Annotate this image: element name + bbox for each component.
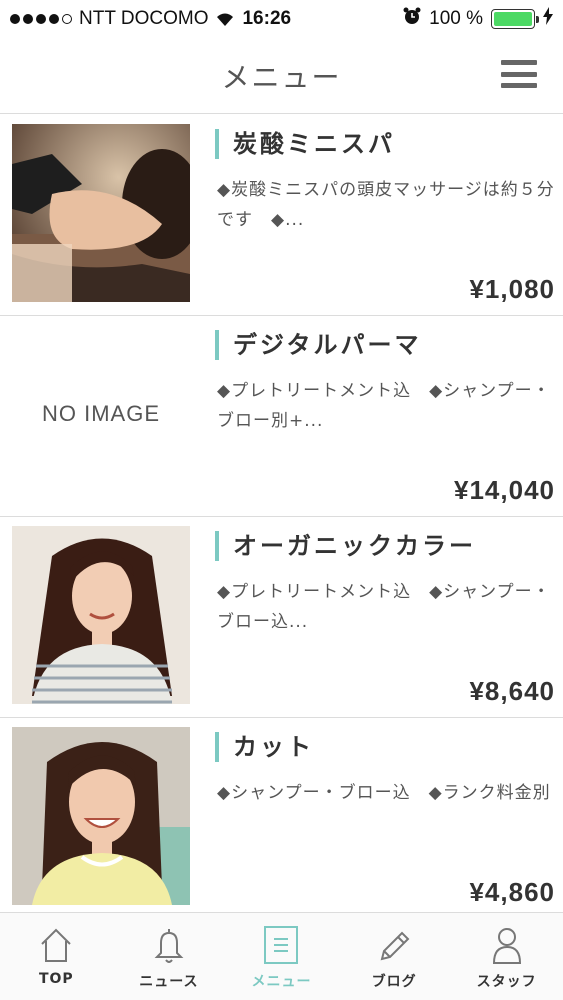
no-image-placeholder: NO IMAGE (41, 401, 160, 426)
home-icon (41, 928, 72, 962)
navigation-bar: メニュー (0, 38, 563, 114)
menu-item-description: ◆プレトリートメント込 ◆シャンプー・ブロー別+... (217, 381, 551, 431)
tab-label: スタッフ (476, 974, 537, 990)
tab-bar: TOP ニュース メニュー ブログ スタッフ (0, 912, 563, 1000)
tab-label: ニュース (139, 974, 199, 990)
menu-list: 炭酸ミニスパ ◆炭酸ミニスパの頭皮マッサージは約５分です ◆... ¥1,080… (0, 115, 563, 919)
woman-portrait-photo (12, 526, 190, 704)
signal-strength-icon (10, 14, 72, 24)
menu-item[interactable]: NO IMAGE デジタルパーマ ◆プレトリートメント込 ◆シャンプー・ブロー別… (0, 316, 563, 517)
tab-label: TOP (38, 971, 74, 987)
pencil-icon (380, 931, 410, 961)
tab-staff[interactable]: スタッフ (450, 913, 563, 1000)
battery-level-fill (494, 12, 532, 26)
head-spa-photo (12, 124, 190, 302)
menu-item[interactable]: カット ◆シャンプー・ブロー込 ◆ランク料金別 ¥4,860 (0, 718, 563, 919)
battery-percentage: 100 % (429, 8, 483, 29)
hamburger-menu-icon[interactable] (501, 60, 537, 88)
menu-item-title: オーガニックカラー (215, 531, 476, 561)
menu-item-price: ¥1,080 (469, 274, 555, 304)
wifi-icon (214, 11, 236, 27)
menu-item-title: カット (215, 732, 314, 762)
menu-item-title: デジタルパーマ (215, 330, 422, 360)
woman-portrait-photo (12, 727, 190, 905)
clock-time: 16:26 (242, 8, 292, 29)
menu-item[interactable]: オーガニックカラー ◆プレトリートメント込 ◆シャンプー・ブロー込... ¥8,… (0, 517, 563, 718)
tab-label: ブログ (371, 974, 417, 990)
tab-blog[interactable]: ブログ (338, 913, 451, 1000)
person-icon (492, 928, 521, 964)
menu-item-price: ¥14,040 (454, 475, 555, 505)
menu-item-price: ¥8,640 (469, 676, 555, 706)
page-title: メニュー (221, 60, 342, 94)
carrier-name: NTT DOCOMO (79, 8, 209, 29)
menu-item-description: ◆炭酸ミニスパの頭皮マッサージは約５分です ◆... (217, 180, 555, 230)
tab-menu[interactable]: メニュー (225, 913, 338, 1000)
menu-item-description: ◆プレトリートメント込 ◆シャンプー・ブロー込... (217, 582, 551, 632)
tab-label: メニュー (251, 974, 312, 990)
tab-top[interactable]: TOP (0, 913, 113, 1000)
menu-item-description: ◆シャンプー・ブロー込 ◆ランク料金別 (217, 783, 551, 803)
bell-icon (154, 929, 184, 963)
tab-news[interactable]: ニュース (113, 913, 226, 1000)
alarm-icon (403, 7, 421, 31)
menu-item-title: 炭酸ミニスパ (215, 129, 395, 159)
menu-list-icon (264, 926, 299, 964)
charging-icon (543, 7, 553, 31)
status-bar: NTT DOCOMO 16:26 100 % (0, 0, 563, 38)
menu-item[interactable]: 炭酸ミニスパ ◆炭酸ミニスパの頭皮マッサージは約５分です ◆... ¥1,080 (0, 115, 563, 316)
menu-item-price: ¥4,860 (469, 877, 555, 907)
battery-icon (491, 9, 539, 29)
